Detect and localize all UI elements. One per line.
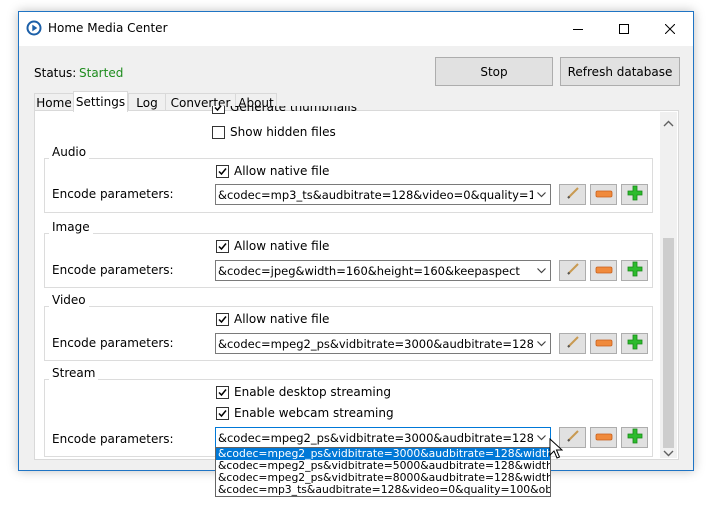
tab-settings[interactable]: Settings xyxy=(73,91,128,112)
show-hidden-files-checkbox[interactable] xyxy=(212,126,225,139)
status-label: Status: xyxy=(34,66,77,80)
audio-group-title: Audio xyxy=(49,145,90,159)
tab-log[interactable]: Log xyxy=(128,93,166,111)
audio-encode-select[interactable]: &codec=mp3_ts&audbitrate=128&video=0&qua… xyxy=(215,184,551,205)
image-allow-native-checkbox[interactable] xyxy=(216,240,229,253)
pencil-icon xyxy=(566,186,580,203)
webcam-streaming-label: Enable webcam streaming xyxy=(234,406,394,420)
generate-thumbnails-row: Generate thumbnails xyxy=(212,106,412,120)
webcam-streaming-checkbox[interactable] xyxy=(216,407,229,420)
stream-add-button[interactable] xyxy=(621,427,648,448)
scroll-down-icon[interactable] xyxy=(663,446,674,460)
refresh-database-button[interactable]: Refresh database xyxy=(560,57,680,86)
plus-icon xyxy=(627,428,643,447)
audio-allow-native-label: Allow native file xyxy=(234,164,330,178)
dropdown-option[interactable]: &codec=mpeg2_ps&vidbitrate=8000&audbitra… xyxy=(216,472,550,484)
dropdown-option[interactable]: &codec=mp3_ts&audbitrate=128&video=0&qua… xyxy=(216,484,550,496)
video-encode-value: &codec=mpeg2_ps&vidbitrate=3000&audbitra… xyxy=(218,336,533,351)
audio-add-button[interactable] xyxy=(621,184,648,205)
video-edit-button[interactable] xyxy=(559,333,586,354)
desktop-streaming-checkbox[interactable] xyxy=(216,386,229,399)
audio-encode-value: &codec=mp3_ts&audbitrate=128&video=0&qua… xyxy=(218,187,533,202)
stream-edit-button[interactable] xyxy=(559,427,586,448)
mouse-cursor-icon xyxy=(549,437,564,463)
scrollbar-thumb[interactable] xyxy=(663,238,674,448)
stream-encode-label: Encode parameters: xyxy=(52,432,174,446)
generate-thumbnails-label: Generate thumbnails xyxy=(230,106,357,114)
chevron-down-icon xyxy=(533,434,550,441)
audio-group-line xyxy=(44,158,653,159)
video-allow-native-checkbox[interactable] xyxy=(216,313,229,326)
image-encode-select[interactable]: &codec=jpeg&width=160&height=160&keepasp… xyxy=(215,260,551,281)
status-value: Started xyxy=(79,66,124,80)
audio-edit-button[interactable] xyxy=(559,184,586,205)
video-remove-button[interactable] xyxy=(590,333,617,354)
dropdown-option[interactable]: &codec=mpeg2_ps&vidbitrate=5000&audbitra… xyxy=(216,460,550,472)
main-window: Home Media Center Status: Started Stop R… xyxy=(18,11,694,471)
show-hidden-files-label: Show hidden files xyxy=(230,125,336,139)
stop-button[interactable]: Stop xyxy=(435,57,553,86)
chevron-down-icon xyxy=(533,191,550,198)
chevron-down-icon xyxy=(533,267,550,274)
image-remove-button[interactable] xyxy=(590,260,617,281)
video-encode-select[interactable]: &codec=mpeg2_ps&vidbitrate=3000&audbitra… xyxy=(215,333,551,354)
dropdown-option[interactable]: &codec=mpeg2_ps&vidbitrate=3000&audbitra… xyxy=(216,448,550,460)
plus-icon xyxy=(627,334,643,353)
stream-encode-select[interactable]: &codec=mpeg2_ps&vidbitrate=3000&audbitra… xyxy=(215,427,551,448)
video-group-title: Video xyxy=(49,293,89,307)
image-encode-label: Encode parameters: xyxy=(52,263,174,277)
video-encode-label: Encode parameters: xyxy=(52,336,174,350)
audio-encode-label: Encode parameters: xyxy=(52,187,174,201)
minimize-button[interactable] xyxy=(555,12,601,46)
image-add-button[interactable] xyxy=(621,260,648,281)
image-allow-native-label: Allow native file xyxy=(234,239,330,253)
minus-icon xyxy=(595,431,613,445)
stream-encode-dropdown-list: &codec=mpeg2_ps&vidbitrate=3000&audbitra… xyxy=(215,447,551,497)
close-button[interactable] xyxy=(647,12,693,46)
image-edit-button[interactable] xyxy=(559,260,586,281)
window-title: Home Media Center xyxy=(48,21,168,35)
minus-icon xyxy=(595,188,613,202)
stream-group-title: Stream xyxy=(49,366,99,380)
pencil-icon xyxy=(566,335,580,352)
pencil-icon xyxy=(566,262,580,279)
image-encode-value: &codec=jpeg&width=160&height=160&keepasp… xyxy=(218,263,520,278)
scroll-up-icon[interactable] xyxy=(663,116,674,130)
app-logo-icon xyxy=(26,20,42,36)
audio-allow-native-checkbox[interactable] xyxy=(216,165,229,178)
audio-remove-button[interactable] xyxy=(590,184,617,205)
stream-encode-value: &codec=mpeg2_ps&vidbitrate=3000&audbitra… xyxy=(218,430,533,445)
pencil-icon xyxy=(566,429,580,446)
minus-icon xyxy=(595,337,613,351)
image-group-title: Image xyxy=(49,220,93,234)
plus-icon xyxy=(627,185,643,204)
minus-icon xyxy=(595,264,613,278)
generate-thumbnails-checkbox[interactable] xyxy=(212,106,225,114)
title-bar: Home Media Center xyxy=(19,12,693,46)
desktop-streaming-label: Enable desktop streaming xyxy=(234,385,391,399)
video-add-button[interactable] xyxy=(621,333,648,354)
stream-remove-button[interactable] xyxy=(590,427,617,448)
plus-icon xyxy=(627,261,643,280)
maximize-button[interactable] xyxy=(601,12,647,46)
tab-home[interactable]: Home xyxy=(34,93,74,111)
video-allow-native-label: Allow native file xyxy=(234,312,330,326)
chevron-down-icon xyxy=(533,340,550,347)
